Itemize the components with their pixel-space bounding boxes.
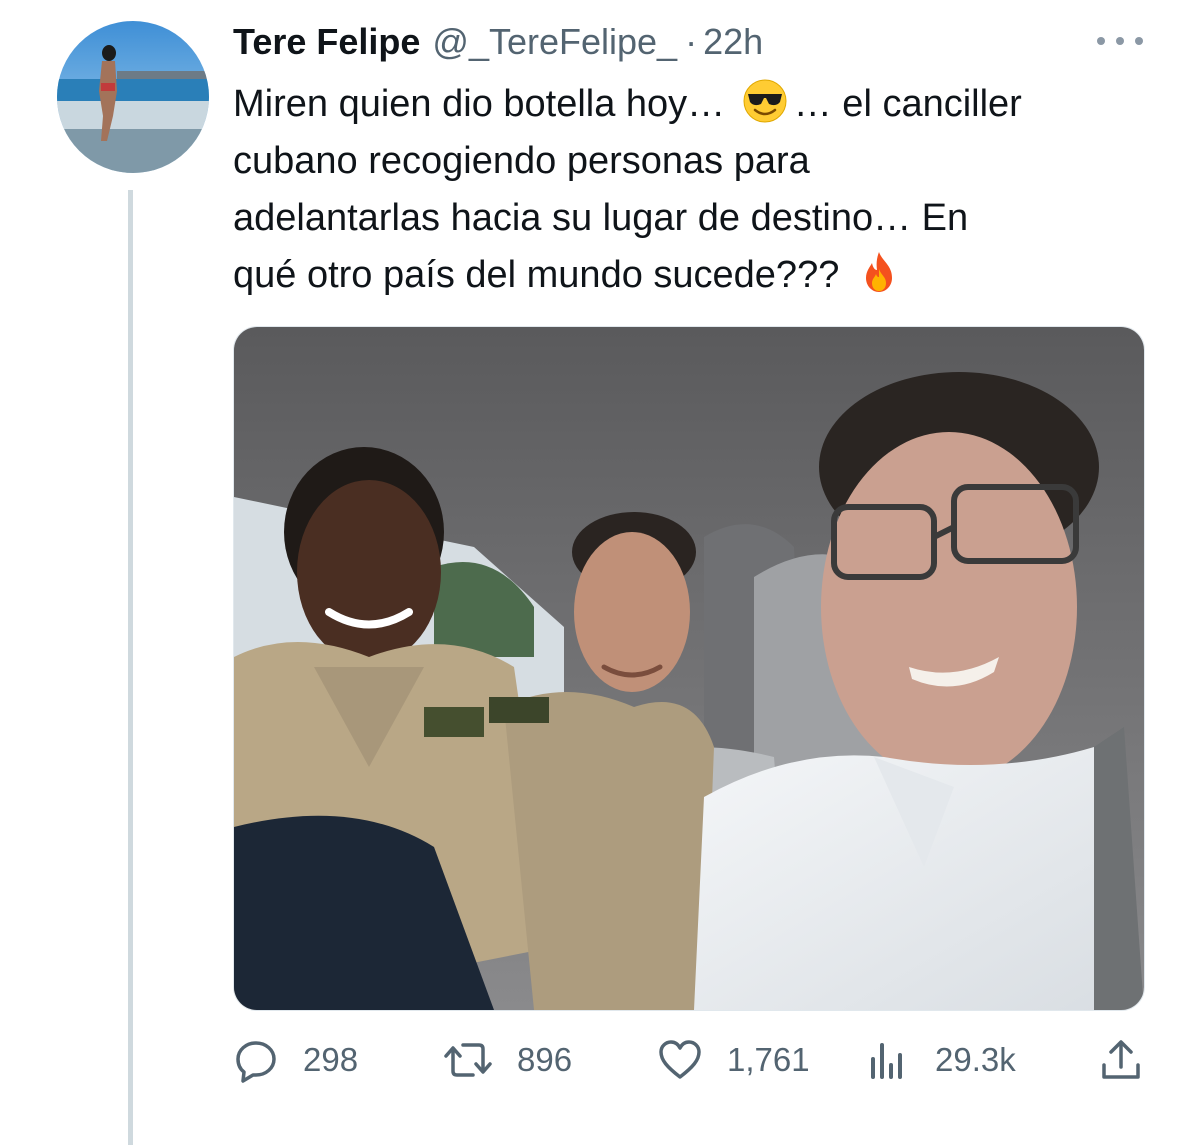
tweet-text-line: cubano recogiendo personas para — [233, 140, 810, 182]
views-chart-icon — [871, 1043, 902, 1079]
share-icon — [1102, 1040, 1140, 1079]
user-handle[interactable]: @_TereFelipe_ — [432, 21, 677, 63]
thread-connector-line — [128, 190, 133, 1145]
tweet-text-line: qué otro país del mundo sucede??? — [233, 254, 840, 296]
reply-button[interactable]: 298 — [233, 1030, 358, 1090]
retweet-icon — [444, 1043, 492, 1077]
avatar[interactable] — [57, 21, 209, 173]
share-button[interactable] — [1099, 1030, 1167, 1090]
retweet-count: 896 — [517, 1041, 573, 1078]
retweet-button[interactable]: 896 — [443, 1030, 572, 1090]
reply-count: 298 — [303, 1041, 359, 1078]
display-name[interactable]: Tere Felipe — [233, 21, 420, 63]
tweet-action-bar: 298 896 1,761 29.3k — [233, 1030, 1143, 1090]
more-options-icon[interactable] — [1097, 30, 1143, 52]
tweet-media-photo[interactable] — [233, 326, 1145, 1011]
tweet-text-line: Miren quien dio botella hoy… — [233, 83, 726, 125]
like-count: 1,761 — [727, 1041, 810, 1078]
views-count: 29.3k — [935, 1041, 1016, 1078]
reply-icon — [236, 1041, 276, 1083]
views-button[interactable]: 29.3k — [865, 1030, 1016, 1090]
smiling-face-with-sunglasses-icon — [743, 79, 787, 123]
tweet-header: Tere Felipe @_TereFelipe_ · 22h — [233, 20, 763, 64]
tweet-text-line: … el canciller — [793, 83, 1022, 125]
fire-icon — [865, 252, 892, 292]
timestamp[interactable]: 22h — [703, 21, 763, 63]
like-button[interactable]: 1,761 — [657, 1030, 810, 1090]
tweet-text: Miren quien dio botella hoy… … el cancil… — [233, 76, 1163, 304]
tweet-text-line: adelantarlas hacia su lugar de destino… … — [233, 197, 969, 239]
heart-icon — [659, 1040, 701, 1079]
separator-dot: · — [685, 21, 698, 62]
